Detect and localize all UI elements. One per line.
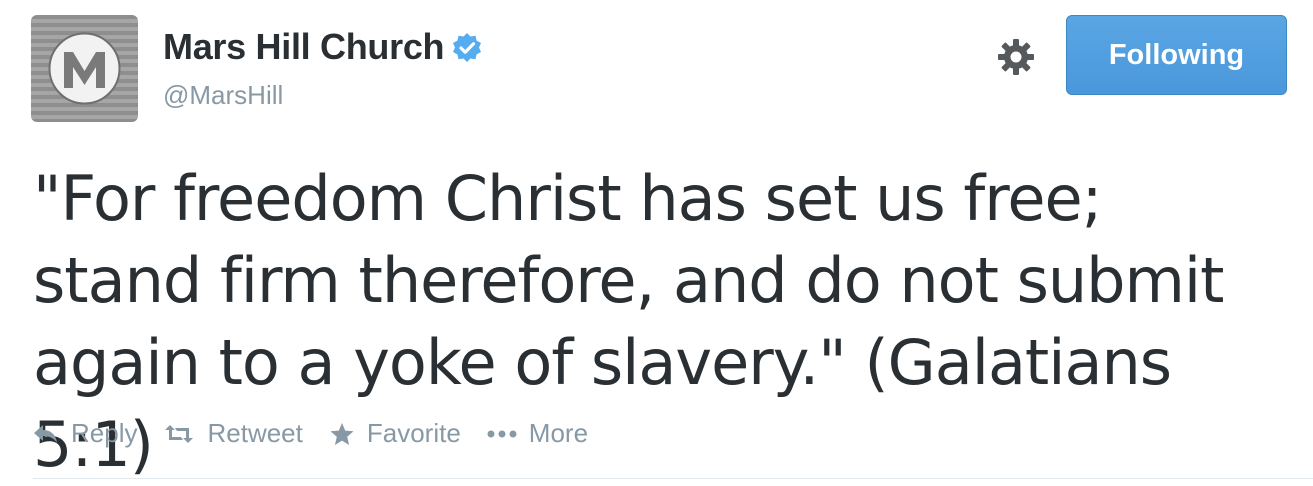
star-icon — [330, 422, 354, 445]
divider — [33, 478, 1313, 479]
account-name-text[interactable]: Mars Hill Church — [163, 26, 445, 68]
retweet-icon — [165, 424, 194, 443]
more-button[interactable]: More — [487, 418, 588, 449]
verified-badge-icon — [451, 31, 483, 63]
more-label: More — [528, 418, 589, 448]
account-name[interactable]: Mars Hill Church — [163, 26, 483, 68]
mars-hill-logo — [48, 32, 121, 105]
reply-button[interactable]: Reply — [33, 418, 137, 449]
favorite-label: Favorite — [366, 418, 461, 448]
more-dots-icon — [487, 430, 517, 437]
favorite-button[interactable]: Favorite — [329, 418, 461, 449]
following-button[interactable]: Following — [1066, 15, 1287, 95]
account-handle[interactable]: @MarsHill — [163, 80, 283, 111]
reply-label: Reply — [71, 418, 138, 448]
retweet-button[interactable]: Retweet — [163, 418, 303, 449]
reply-icon — [34, 424, 57, 443]
avatar[interactable] — [31, 15, 138, 122]
tweet-actions: Reply Retweet Favorite More — [33, 418, 614, 449]
gear-icon[interactable] — [996, 37, 1036, 77]
retweet-label: Retweet — [207, 418, 303, 448]
